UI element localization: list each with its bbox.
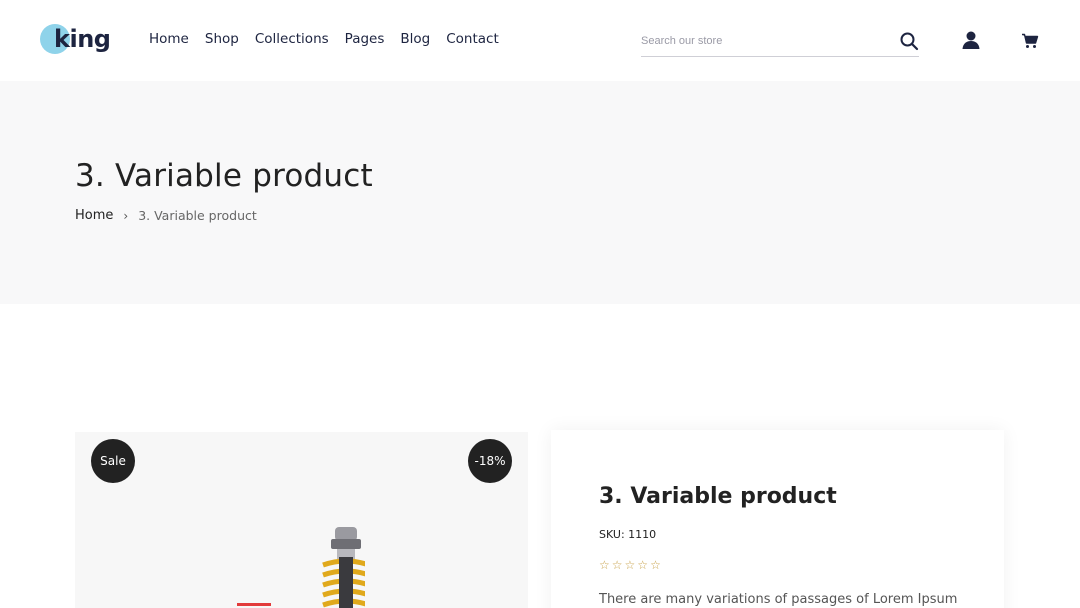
- breadcrumb: Home › 3. Variable product: [75, 208, 257, 223]
- product-image[interactable]: Sale -18%: [75, 432, 528, 608]
- sale-badge: Sale: [91, 439, 135, 483]
- cart-icon[interactable]: [1021, 33, 1039, 49]
- breadcrumb-separator-icon: ›: [123, 208, 129, 223]
- main-nav: Home Shop Collections Pages Blog Contact: [149, 31, 499, 47]
- star-icon: ☆: [637, 558, 649, 572]
- product-rating: ☆ ☆ ☆ ☆ ☆: [599, 559, 661, 571]
- product-sku: SKU: 1110: [599, 528, 657, 541]
- product-description: There are many variations of passages of…: [599, 592, 958, 607]
- breadcrumb-current: 3. Variable product: [138, 208, 257, 223]
- user-icon[interactable]: [961, 31, 981, 49]
- product-info-card: 3. Variable product SKU: 1110 ☆ ☆ ☆ ☆ ☆ …: [551, 430, 1004, 608]
- logo[interactable]: king: [40, 22, 122, 58]
- search-box: [641, 28, 919, 57]
- star-icon: ☆: [624, 558, 636, 572]
- discount-badge: -18%: [468, 439, 512, 483]
- shock-absorber-image: [237, 527, 365, 608]
- logo-text: king: [54, 25, 111, 53]
- star-icon: ☆: [650, 558, 661, 572]
- nav-pages[interactable]: Pages: [345, 31, 385, 47]
- search-icon[interactable]: [899, 31, 919, 51]
- page-title-band: 3. Variable product Home › 3. Variable p…: [0, 81, 1080, 304]
- site-header: king Home Shop Collections Pages Blog Co…: [0, 0, 1080, 81]
- nav-blog[interactable]: Blog: [400, 31, 430, 47]
- nav-home[interactable]: Home: [149, 31, 189, 47]
- breadcrumb-home[interactable]: Home: [75, 208, 113, 223]
- star-icon: ☆: [599, 558, 610, 572]
- product-title: 3. Variable product: [599, 484, 837, 509]
- search-input[interactable]: [641, 28, 891, 54]
- nav-collections[interactable]: Collections: [255, 31, 329, 47]
- star-icon: ☆: [611, 558, 623, 572]
- page-title: 3. Variable product: [75, 158, 373, 194]
- nav-shop[interactable]: Shop: [205, 31, 239, 47]
- nav-contact[interactable]: Contact: [446, 31, 499, 47]
